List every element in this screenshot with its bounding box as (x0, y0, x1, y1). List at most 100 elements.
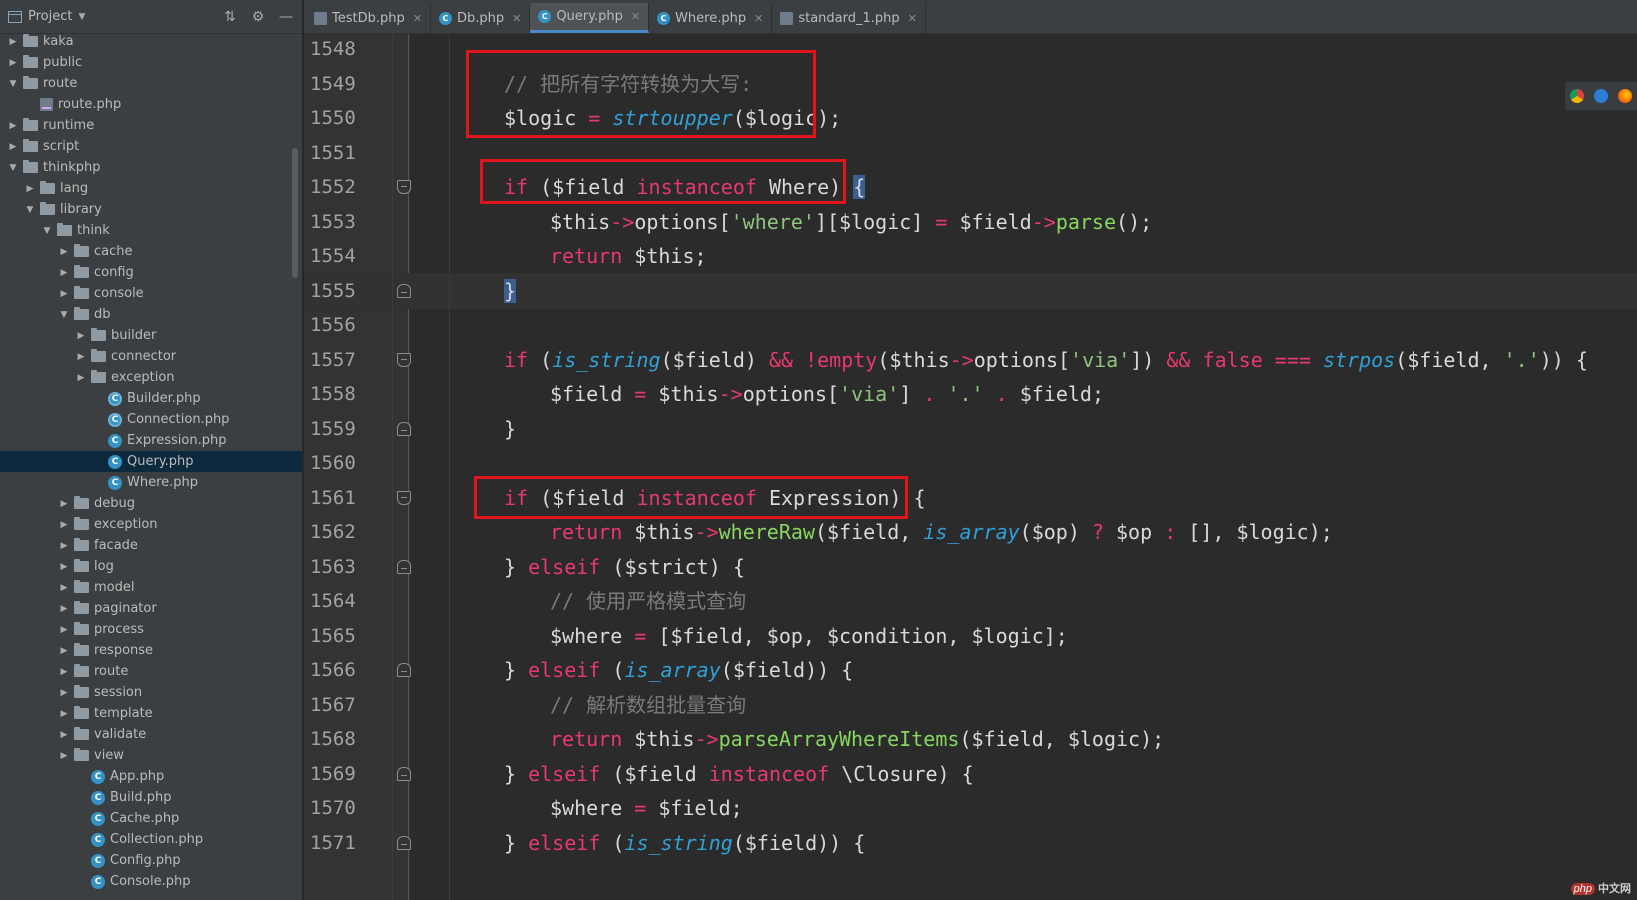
code-line[interactable]: 1566} elseif (is_array($field)) { (304, 652, 1637, 688)
tree-folder[interactable]: ▶ view (0, 745, 302, 766)
code-line[interactable]: 1555} (304, 272, 1637, 309)
sidebar-scrollbar[interactable] (292, 148, 298, 278)
firefox-icon[interactable] (1618, 89, 1632, 103)
tree-folder[interactable]: ▶ paginator (0, 598, 302, 619)
chevron-right-icon[interactable]: ▶ (74, 331, 88, 341)
tree-folder[interactable]: ▶ debug (0, 493, 302, 514)
tree-file[interactable]: C App.php (0, 766, 302, 787)
tree-folder[interactable]: ▶ model (0, 577, 302, 598)
chevron-down-icon[interactable]: ▼ (6, 79, 20, 89)
tree-folder[interactable]: ▶ script (0, 136, 302, 157)
chevron-right-icon[interactable]: ▶ (6, 37, 20, 47)
chevron-right-icon[interactable]: ▶ (6, 58, 20, 68)
code-line[interactable]: 1556 (304, 307, 1637, 343)
chevron-down-icon[interactable]: ▼ (78, 12, 85, 22)
tree-folder[interactable]: ▶ exception (0, 367, 302, 388)
close-icon[interactable]: ✕ (631, 10, 640, 23)
chevron-right-icon[interactable]: ▶ (74, 352, 88, 362)
chevron-right-icon[interactable]: ▶ (57, 730, 71, 740)
chevron-right-icon[interactable]: ▶ (57, 562, 71, 572)
code-line[interactable]: 1564 // 使用严格模式查询 (304, 583, 1637, 619)
collapse-all-icon[interactable]: ⇅ (222, 9, 238, 25)
gear-icon[interactable]: ⚙ (250, 9, 266, 25)
code-line[interactable]: 1569} elseif ($field instanceof \Closure… (304, 756, 1637, 792)
chevron-right-icon[interactable]: ▶ (57, 247, 71, 257)
editor-tab[interactable]: TestDb.php ✕ (306, 3, 431, 33)
tree-folder[interactable]: ▶ runtime (0, 115, 302, 136)
chevron-right-icon[interactable]: ▶ (57, 520, 71, 530)
tree-folder[interactable]: ▶ log (0, 556, 302, 577)
edge-icon[interactable] (1594, 89, 1608, 103)
tree-folder[interactable]: ▶ console (0, 283, 302, 304)
tree-folder[interactable]: ▼ thinkphp (0, 157, 302, 178)
chevron-right-icon[interactable]: ▶ (6, 142, 20, 152)
tree-folder[interactable]: ▼ db (0, 304, 302, 325)
tree-folder[interactable]: ▶ facade (0, 535, 302, 556)
tree-file[interactable]: C Expression.php (0, 430, 302, 451)
tree-folder[interactable]: ▼ library (0, 199, 302, 220)
fold-collapse-icon[interactable] (397, 283, 411, 298)
editor-tab[interactable]: C Db.php ✕ (431, 3, 531, 33)
tree-file[interactable]: C Where.php (0, 472, 302, 493)
code-line[interactable]: 1554 return $this; (304, 238, 1637, 274)
chevron-down-icon[interactable]: ▼ (40, 226, 54, 236)
chevron-right-icon[interactable]: ▶ (57, 709, 71, 719)
code-editor[interactable]: 1548 1549// 把所有字符转换为大写: 1550 $logic = strto… (304, 34, 1637, 900)
editor-tab[interactable]: C Query.php ✕ (530, 3, 650, 33)
chevron-right-icon[interactable]: ▶ (57, 289, 71, 299)
fold-collapse-icon[interactable] (397, 835, 411, 850)
editor-tab[interactable]: C Where.php ✕ (649, 3, 773, 33)
tree-folder[interactable]: ▶ cache (0, 241, 302, 262)
chevron-down-icon[interactable]: ▼ (6, 163, 20, 173)
project-title[interactable]: Project (28, 9, 72, 24)
close-icon[interactable]: ✕ (512, 12, 521, 25)
tree-folder[interactable]: ▶ builder (0, 325, 302, 346)
tree-file[interactable]: C Config.php (0, 850, 302, 871)
code-line[interactable]: 1557 if (is_string($field) && !empty($thi… (304, 342, 1637, 378)
fold-collapse-icon[interactable] (397, 663, 411, 677)
chevron-right-icon[interactable]: ▶ (57, 541, 71, 551)
close-icon[interactable]: ✕ (413, 12, 422, 25)
tree-file[interactable]: C Cache.php (0, 808, 302, 829)
chevron-right-icon[interactable]: ▶ (57, 667, 71, 677)
fold-expand-icon[interactable] (397, 352, 411, 367)
tree-folder[interactable]: ▶ session (0, 682, 302, 703)
tree-folder[interactable]: ▶ validate (0, 724, 302, 745)
chevron-right-icon[interactable]: ▶ (57, 583, 71, 593)
tree-file[interactable]: C Connection.php (0, 409, 302, 430)
chevron-right-icon[interactable]: ▶ (74, 373, 88, 383)
chrome-icon[interactable] (1570, 89, 1584, 103)
fold-expand-icon[interactable] (397, 490, 411, 505)
chevron-right-icon[interactable]: ▶ (57, 688, 71, 698)
fold-collapse-icon[interactable] (397, 559, 411, 574)
tree-file[interactable]: C Builder.php (0, 388, 302, 409)
tree-folder[interactable]: ▶ route (0, 661, 302, 682)
chevron-right-icon[interactable]: ▶ (57, 268, 71, 278)
tree-folder[interactable]: ▼ route (0, 73, 302, 94)
tree-folder[interactable]: ▶ process (0, 619, 302, 640)
tree-folder[interactable]: ▶ config (0, 262, 302, 283)
tree-folder[interactable]: ▶ kaka (0, 31, 302, 52)
fold-collapse-icon[interactable] (397, 421, 411, 436)
code-line[interactable]: 1558 $field = $this->options['via'] . '.'… (304, 376, 1637, 412)
tree-folder[interactable]: ▶ public (0, 52, 302, 73)
close-icon[interactable]: ✕ (908, 12, 917, 25)
code-line[interactable]: 1570 $where = $field; (304, 790, 1637, 826)
chevron-right-icon[interactable]: ▶ (57, 604, 71, 614)
code-line[interactable]: 1563} elseif ($strict) { (304, 549, 1637, 585)
chevron-right-icon[interactable]: ▶ (57, 625, 71, 635)
tree-folder[interactable]: ▶ exception (0, 514, 302, 535)
code-line[interactable]: 1565 $where = [$field, $op, $condition, $… (304, 618, 1637, 654)
tree-file[interactable]: route.php (0, 94, 302, 115)
tree-folder[interactable]: ▶ connector (0, 346, 302, 367)
chevron-down-icon[interactable]: ▼ (57, 310, 71, 320)
code-line[interactable]: 1553 $this->options['where'][$logic] = $f… (304, 204, 1637, 240)
code-line[interactable]: 1567 // 解析数组批量查询 (304, 687, 1637, 723)
code-line[interactable]: 1562 return $this->whereRaw($field, is_ar… (304, 514, 1637, 550)
chevron-right-icon[interactable]: ▶ (57, 499, 71, 509)
tree-folder[interactable]: ▶ template (0, 703, 302, 724)
tree-folder[interactable]: ▶ lang (0, 178, 302, 199)
chevron-right-icon[interactable]: ▶ (23, 184, 37, 194)
editor-tab[interactable]: standard_1.php ✕ (772, 3, 926, 33)
code-line[interactable]: 1559} (304, 411, 1637, 447)
